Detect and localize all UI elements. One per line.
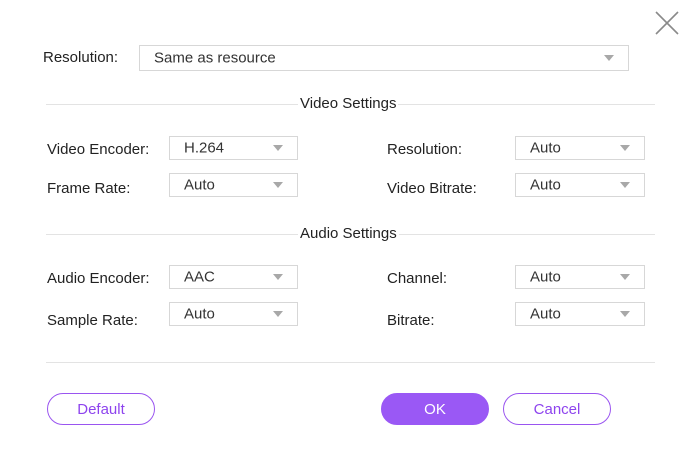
ok-button[interactable]: OK bbox=[381, 393, 489, 425]
sample-rate-label: Sample Rate: bbox=[47, 312, 138, 329]
resolution-select-value: Same as resource bbox=[154, 49, 276, 67]
footer-divider bbox=[46, 362, 655, 363]
chevron-down-icon bbox=[273, 145, 283, 151]
channel-select[interactable]: Auto bbox=[515, 265, 645, 289]
chevron-down-icon bbox=[273, 311, 283, 317]
default-button[interactable]: Default bbox=[47, 393, 155, 425]
video-bitrate-value: Auto bbox=[530, 176, 561, 194]
video-bitrate-label: Video Bitrate: bbox=[387, 180, 477, 197]
frame-rate-label: Frame Rate: bbox=[47, 180, 131, 197]
audio-settings-title: Audio Settings bbox=[298, 225, 399, 242]
audio-bitrate-select[interactable]: Auto bbox=[515, 302, 645, 326]
chevron-down-icon bbox=[273, 274, 283, 280]
video-encoder-select[interactable]: H.264 bbox=[169, 136, 298, 160]
audio-bitrate-label: Bitrate: bbox=[387, 312, 435, 329]
channel-value: Auto bbox=[530, 268, 561, 286]
close-button[interactable] bbox=[652, 8, 682, 38]
audio-encoder-select[interactable]: AAC bbox=[169, 265, 298, 289]
cancel-button[interactable]: Cancel bbox=[503, 393, 611, 425]
video-encoder-value: H.264 bbox=[184, 139, 225, 157]
chevron-down-icon bbox=[620, 311, 630, 317]
chevron-down-icon bbox=[604, 55, 614, 61]
video-resolution-value: Auto bbox=[530, 139, 561, 157]
video-resolution-select[interactable]: Auto bbox=[515, 136, 645, 160]
frame-rate-select[interactable]: Auto bbox=[169, 173, 298, 197]
audio-encoder-value: AAC bbox=[184, 268, 215, 286]
sample-rate-select[interactable]: Auto bbox=[169, 302, 298, 326]
audio-bitrate-value: Auto bbox=[530, 305, 561, 323]
video-encoder-label: Video Encoder: bbox=[47, 141, 150, 158]
close-icon bbox=[655, 11, 679, 35]
resolution-select[interactable]: Same as resource bbox=[139, 45, 629, 71]
chevron-down-icon bbox=[273, 182, 283, 188]
chevron-down-icon bbox=[620, 182, 630, 188]
audio-encoder-label: Audio Encoder: bbox=[47, 270, 150, 287]
chevron-down-icon bbox=[620, 145, 630, 151]
channel-label: Channel: bbox=[387, 270, 448, 287]
resolution-label: Resolution: bbox=[43, 49, 119, 66]
chevron-down-icon bbox=[620, 274, 630, 280]
video-settings-title: Video Settings bbox=[298, 95, 399, 112]
video-bitrate-select[interactable]: Auto bbox=[515, 173, 645, 197]
video-resolution-label: Resolution: bbox=[387, 141, 463, 158]
sample-rate-value: Auto bbox=[184, 305, 215, 323]
output-settings-dialog: Resolution: Same as resource Video Setti… bbox=[0, 0, 700, 463]
frame-rate-value: Auto bbox=[184, 176, 215, 194]
